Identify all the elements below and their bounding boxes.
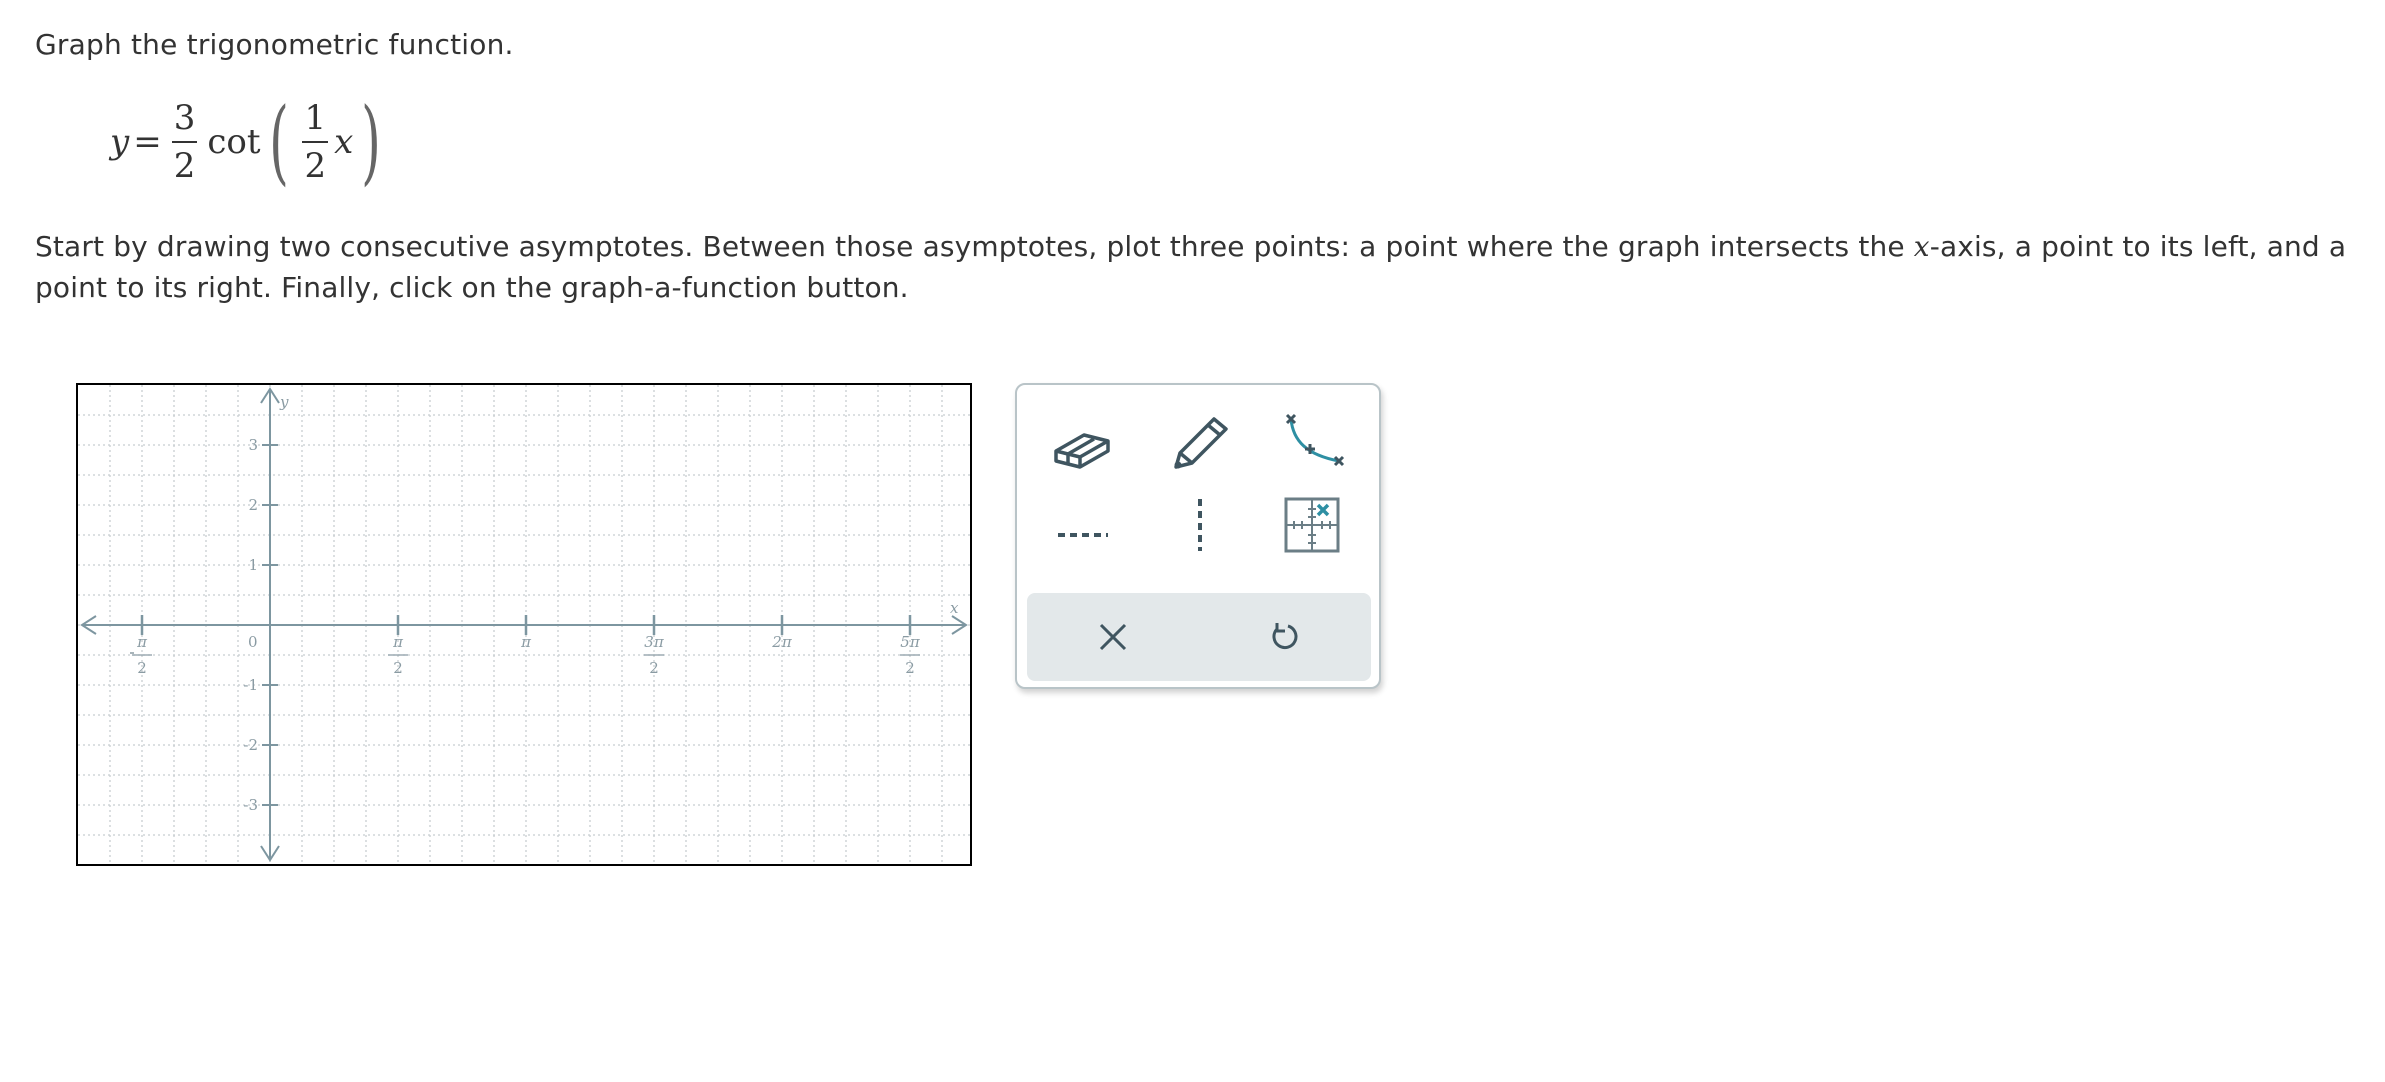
y-tick-label: -1	[243, 676, 258, 694]
y-axis-label: y	[279, 393, 289, 411]
formula-lhs: y	[110, 121, 130, 162]
formula-equals: =	[133, 121, 162, 162]
function-formula: y = 3 2 cot ( 1 2 x )	[110, 94, 389, 189]
curve-points-icon	[1285, 413, 1345, 467]
action-bar	[1027, 593, 1371, 681]
grid-point-icon	[1284, 497, 1340, 553]
y-tick-label: 1	[248, 556, 258, 574]
coefficient-denominator: 2	[173, 145, 196, 186]
x-tick-label-denominator: 2	[137, 659, 147, 677]
x-tick-label-numerator: 3π	[644, 633, 665, 651]
eraser-icon	[1054, 433, 1110, 469]
formula-function: cot	[207, 121, 261, 162]
argument-variable: x	[334, 121, 354, 162]
horizontal-dashed-line-icon	[1058, 533, 1108, 537]
origin-label: 0	[248, 633, 258, 651]
clear-button[interactable]	[1073, 607, 1153, 667]
question-prompt: Graph the trigonometric function.	[35, 28, 514, 61]
instructions-x-variable: x	[1913, 230, 1930, 263]
x-tick-label-denominator: 2	[393, 659, 403, 677]
x-axis-label: x	[950, 599, 959, 617]
coefficient-numerator: 3	[173, 97, 196, 138]
y-tick-label: 2	[248, 496, 258, 514]
x-tick-label-numerator: π	[136, 633, 148, 651]
horizontal-asymptote-tool[interactable]	[1037, 495, 1127, 575]
argument-fraction: 1 2	[302, 97, 329, 186]
pencil-tool[interactable]	[1155, 403, 1245, 483]
coefficient-fraction: 3 2	[171, 97, 198, 186]
graphing-area[interactable]: x y 0 3 2 1 -1 -2 -3 π 2 π 2 π 3π 2 2π 5π 2	[76, 383, 972, 866]
right-paren: )	[361, 87, 382, 195]
x-tick-label-numerator: 5π	[900, 633, 921, 651]
x-tick-label-numerator: π	[520, 633, 532, 651]
graph-a-function-tool[interactable]	[1267, 403, 1357, 483]
undo-icon	[1272, 623, 1298, 650]
undo-button[interactable]	[1245, 607, 1325, 667]
coordinate-plane[interactable]: xy0321-1-2-3π2π2π 3π22π 5π2	[78, 385, 970, 864]
left-paren: (	[268, 87, 289, 195]
x-tick-label-numerator: π	[392, 633, 404, 651]
x-tick-label-numerator: 2π	[771, 633, 793, 651]
x-tick-label-denominator: 2	[649, 659, 659, 677]
y-tick-label: 3	[248, 436, 258, 454]
vertical-asymptote-tool[interactable]	[1155, 485, 1245, 565]
argument-denominator: 2	[304, 145, 327, 186]
argument-numerator: 1	[304, 97, 327, 138]
y-tick-label: -2	[243, 736, 258, 754]
graphing-toolbox	[1015, 383, 1381, 689]
point-grid-tool[interactable]	[1267, 485, 1357, 565]
x-tick-label-denominator: 2	[905, 659, 915, 677]
y-tick-label: -3	[243, 796, 258, 814]
vertical-dashed-line-icon	[1198, 499, 1202, 551]
pencil-icon	[1174, 417, 1228, 469]
instructions-text: Start by drawing two consecutive asympto…	[35, 226, 2355, 308]
instructions-part1: Start by drawing two consecutive asympto…	[35, 230, 1914, 263]
eraser-tool[interactable]	[1037, 403, 1127, 483]
close-icon	[1099, 623, 1127, 651]
